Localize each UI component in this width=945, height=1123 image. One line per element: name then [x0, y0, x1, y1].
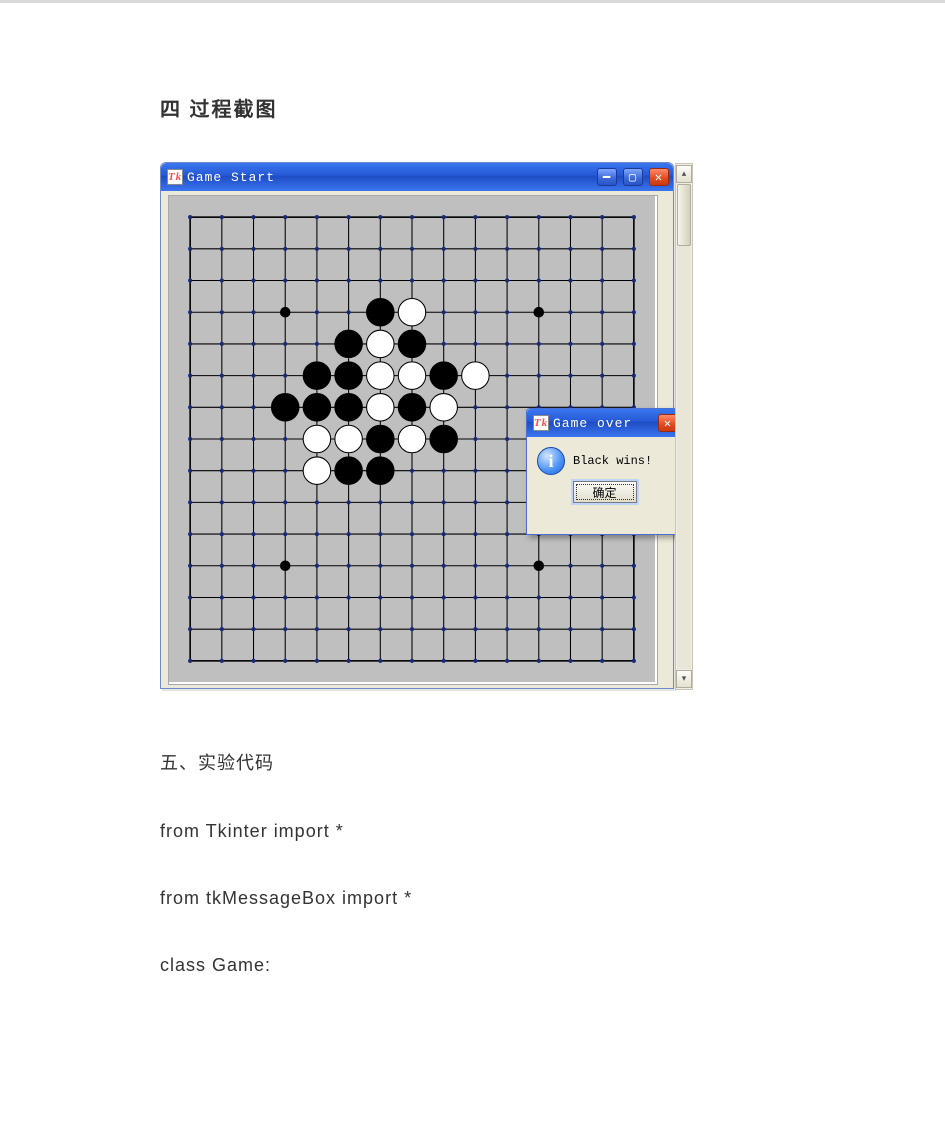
close-button[interactable]: ✕ — [649, 168, 669, 186]
scroll-down-button[interactable]: ▾ — [676, 670, 692, 688]
game-window: Tk Game Start ━ ▢ ✕ Tk Game over ✕ i Bla… — [160, 162, 674, 689]
game-over-dialog: Tk Game over ✕ i Black wins! 确定 — [526, 408, 683, 535]
heading-4: 四 过程截图 — [160, 93, 785, 122]
scroll-up-button[interactable]: ▴ — [676, 165, 692, 183]
code-line: class Game: — [160, 955, 785, 976]
scroll-thumb[interactable] — [677, 184, 691, 246]
dialog-title: Game over — [553, 416, 652, 431]
code-line: from tkMessageBox import * — [160, 888, 785, 909]
dialog-titlebar[interactable]: Tk Game over ✕ — [527, 409, 682, 437]
tk-icon: Tk — [533, 415, 549, 431]
dialog-message: Black wins! — [573, 454, 652, 468]
info-icon: i — [537, 447, 565, 475]
game-window-title: Game Start — [187, 170, 591, 185]
game-window-titlebar[interactable]: Tk Game Start ━ ▢ ✕ — [161, 163, 673, 191]
tk-icon: Tk — [167, 169, 183, 185]
heading-5: 五、实验代码 — [160, 749, 785, 775]
maximize-button[interactable]: ▢ — [623, 168, 643, 186]
minimize-button[interactable]: ━ — [597, 168, 617, 186]
scroll-track[interactable] — [677, 184, 691, 669]
code-line: from Tkinter import * — [160, 821, 785, 842]
ok-button[interactable]: 确定 — [573, 481, 637, 503]
document-page: 四 过程截图 Tk Game Start ━ ▢ ✕ Tk Game over … — [0, 0, 945, 1123]
dialog-body: i Black wins! — [527, 437, 682, 481]
figure-scrollbar[interactable]: ▴ ▾ — [675, 163, 693, 690]
dialog-buttons: 确定 — [527, 481, 682, 511]
